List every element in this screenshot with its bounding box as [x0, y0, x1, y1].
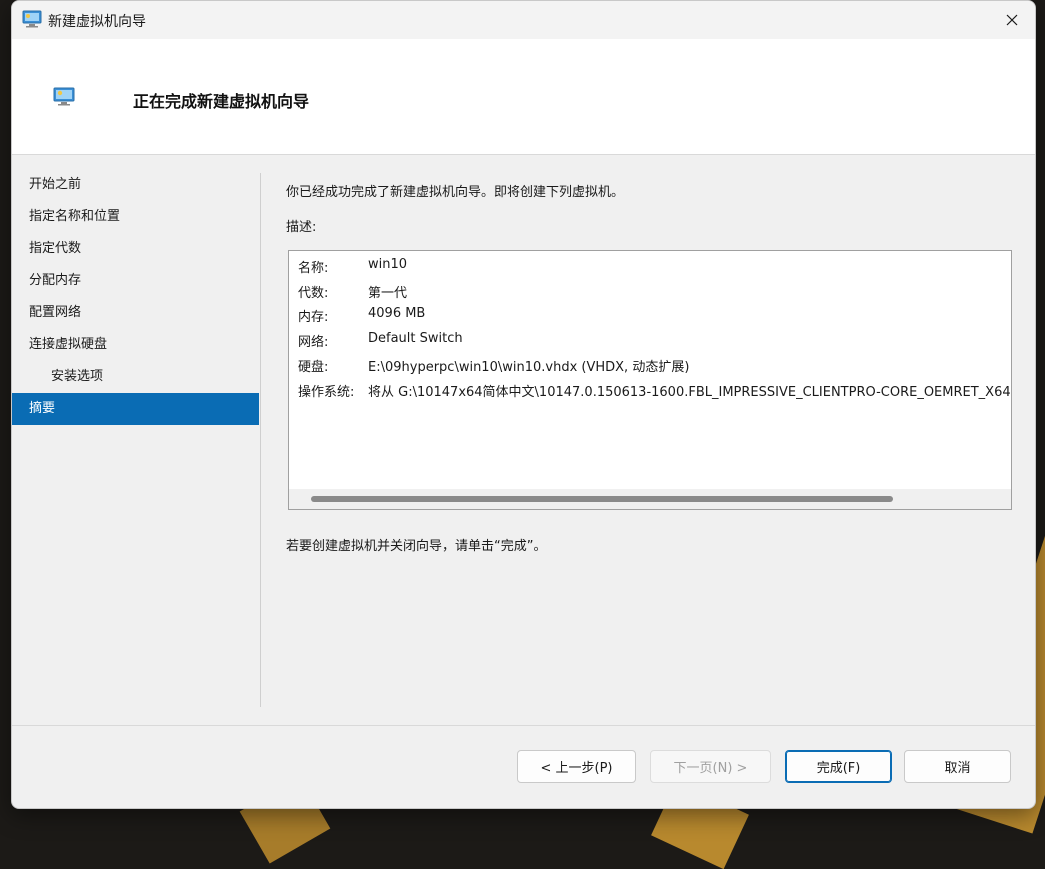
description-key: 硬盘: [298, 360, 329, 375]
description-value: 将从 G:\10147x64简体中文\10147.0.150613-1600.F… [368, 385, 1012, 400]
nav-item-before-you-begin[interactable]: 开始之前 [12, 169, 259, 201]
nav-item-summary[interactable]: 摘要 [12, 393, 259, 425]
description-value: Default Switch [368, 331, 463, 346]
description-value: win10 [368, 257, 408, 272]
description-value: 第一代 [368, 286, 408, 301]
horizontal-scrollbar[interactable] [289, 489, 1011, 509]
next-button[interactable]: 下一页(N) > [650, 750, 771, 783]
title-bar[interactable]: 新建虚拟机向导 [12, 1, 1035, 39]
description-key: 操作系统: [298, 385, 355, 400]
nav-item-generation[interactable]: 指定代数 [12, 233, 259, 265]
nav-item-install-options[interactable]: 安装选项 [12, 361, 259, 393]
window-title: 新建虚拟机向导 [48, 14, 146, 30]
scrollbar-thumb[interactable] [311, 496, 893, 502]
nav-item-memory[interactable]: 分配内存 [12, 265, 259, 297]
footer-divider [12, 725, 1035, 726]
nav-item-virtual-disk[interactable]: 连接虚拟硬盘 [12, 329, 259, 361]
description-value: E:\09hyperpc\win10\win10.vhdx (VHDX, 动态扩… [368, 360, 690, 375]
monitor-icon [53, 87, 75, 111]
wizard-header: 正在完成新建虚拟机向导 [12, 39, 1035, 155]
nav-item-network[interactable]: 配置网络 [12, 297, 259, 329]
nav-item-name-location[interactable]: 指定名称和位置 [12, 201, 259, 233]
description-label: 描述: [286, 220, 317, 235]
description-key: 网络: [298, 335, 329, 350]
description-box[interactable]: 名称: win10 代数: 第一代 内存: 4096 MB 网络: Defaul… [288, 250, 1012, 510]
finish-hint-text: 若要创建虚拟机并关闭向导，请单击“完成”。 [286, 539, 547, 554]
close-icon [1006, 14, 1018, 26]
nav-divider [260, 173, 261, 707]
cancel-button[interactable]: 取消 [904, 750, 1011, 783]
wizard-window: 新建虚拟机向导 正在完成新建虚拟机向导 开始之前 指定名称和位置 指定代数 分配… [11, 0, 1036, 809]
finish-button[interactable]: 完成(F) [785, 750, 892, 783]
summary-intro-text: 你已经成功完成了新建虚拟机向导。即将创建下列虚拟机。 [286, 185, 625, 200]
description-value: 4096 MB [368, 306, 426, 321]
wizard-steps-nav: 开始之前 指定名称和位置 指定代数 分配内存 配置网络 连接虚拟硬盘 安装选项 … [12, 169, 259, 425]
description-key: 代数: [298, 286, 329, 301]
previous-button[interactable]: < 上一步(P) [517, 750, 636, 783]
monitor-icon [22, 10, 42, 32]
description-key: 名称: [298, 261, 329, 276]
close-button[interactable] [989, 1, 1035, 39]
description-key: 内存: [298, 310, 329, 325]
page-title: 正在完成新建虚拟机向导 [133, 92, 310, 111]
